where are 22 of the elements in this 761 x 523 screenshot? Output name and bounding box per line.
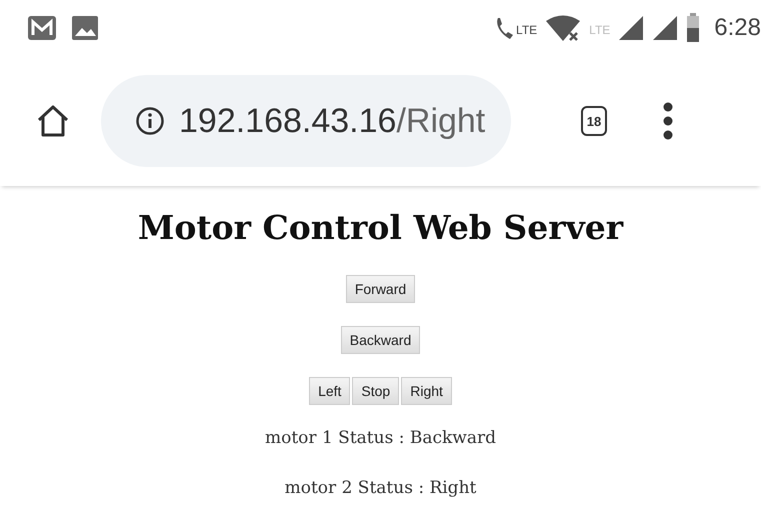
- network-label: LTE: [516, 23, 538, 37]
- page-title: Motor Control Web Server: [138, 208, 624, 247]
- signal-icon: [618, 15, 644, 41]
- menu-icon: [662, 101, 674, 141]
- home-icon: [35, 103, 71, 139]
- mail-icon: [27, 15, 57, 41]
- control-button[interactable]: Right: [401, 377, 452, 405]
- address-field[interactable]: 192.168.43.16/Right: [101, 75, 511, 167]
- clock: 6:28: [714, 14, 761, 42]
- signal-icon: [652, 15, 678, 41]
- network-label: LTE: [589, 23, 610, 37]
- status-text: motor 1 Status : Backward: [265, 428, 496, 448]
- control-button[interactable]: Backward: [340, 326, 420, 354]
- tab-count-button[interactable]: 18: [581, 106, 607, 136]
- image-icon: [71, 15, 99, 41]
- wifi-off-icon: [545, 14, 582, 42]
- info-icon: [135, 106, 165, 136]
- battery-icon: [686, 13, 700, 43]
- status-text: motor 2 Status : Right: [284, 478, 476, 498]
- control-button[interactable]: Left: [309, 377, 350, 405]
- control-button[interactable]: Forward: [346, 275, 416, 303]
- control-button[interactable]: Stop: [352, 377, 400, 405]
